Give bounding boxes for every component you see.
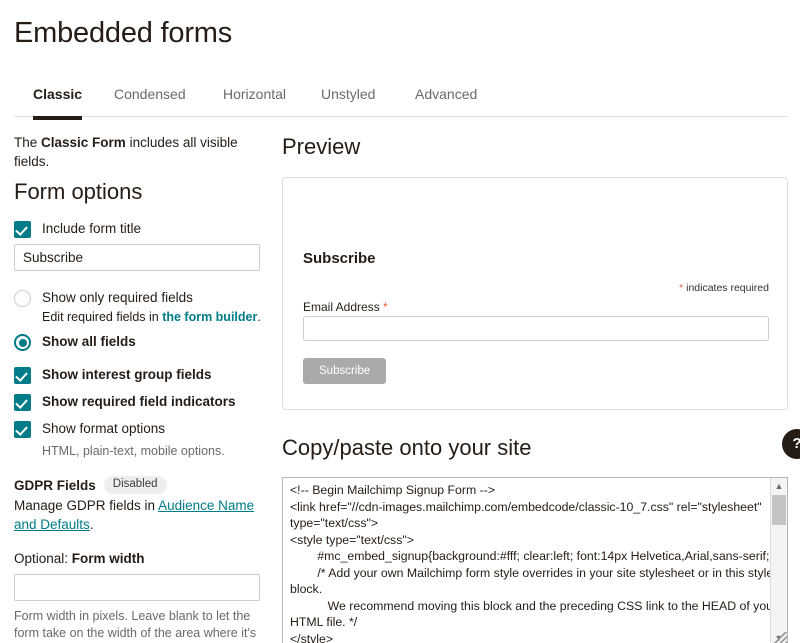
format-options-helper: HTML, plain-text, mobile options.: [42, 444, 225, 458]
tab-unstyled-label: Unstyled: [321, 86, 376, 102]
radio-row-only-required[interactable]: Show only required fields: [14, 289, 262, 307]
gdpr-desc-prefix: Manage GDPR fields in: [14, 498, 159, 513]
preview-heading: Preview: [282, 134, 361, 159]
tab-condensed[interactable]: Condensed: [114, 84, 186, 116]
preview-email-input[interactable]: [303, 316, 769, 341]
tab-classic-label: Classic: [33, 86, 83, 102]
form-width-note: Form width in pixels. Leave blank to let…: [14, 609, 257, 640]
form-builder-link[interactable]: the form builder: [162, 310, 257, 324]
form-width-label: Optional: Form width: [14, 550, 262, 568]
tab-horizontal[interactable]: Horizontal: [223, 84, 286, 116]
form-options-column: The Classic Form includes all visible fi…: [14, 133, 262, 643]
intro-prefix: The: [14, 135, 42, 150]
tab-horizontal-label: Horizontal: [223, 86, 287, 102]
preview-email-required-star-icon: *: [383, 300, 388, 314]
tab-advanced[interactable]: Advanced: [415, 84, 477, 116]
form-options-heading: Form options: [14, 179, 143, 204]
gdpr-desc-suffix: .: [89, 517, 94, 532]
tab-advanced-label: Advanced: [415, 86, 478, 102]
include-form-title-row[interactable]: Include form title: [14, 220, 262, 238]
form-builder-note-prefix: Edit required fields in: [42, 310, 163, 324]
radio-show-only-required-label: Show only required fields: [42, 290, 193, 305]
preview-email-label-text: Email Address: [303, 300, 380, 314]
include-form-title-label: Include form title: [42, 221, 142, 236]
form-width-label-bold: Form width: [71, 551, 145, 566]
gdpr-section: GDPR Fields Disabled Manage GDPR fields …: [14, 476, 262, 534]
form-width-input[interactable]: [14, 574, 260, 601]
checkbox-row-required-indicators[interactable]: Show required field indicators: [14, 393, 262, 411]
form-type-tabs: Classic Condensed Horizontal Unstyled Ad…: [14, 84, 787, 120]
form-builder-note-suffix: .: [257, 310, 261, 324]
radio-show-all-fields[interactable]: [14, 334, 31, 351]
show-required-field-indicators-label: Show required field indicators: [42, 394, 236, 409]
show-format-options-checkbox[interactable]: [14, 421, 31, 438]
preview-form-title: Subscribe: [303, 250, 376, 267]
tab-classic[interactable]: Classic: [33, 84, 83, 120]
display-options-checkbox-group: Show interest group fields Show required…: [14, 366, 262, 460]
preview-and-code-column: Preview Subscribe * indicates required E…: [282, 133, 788, 643]
show-format-options-label: Show format options: [42, 421, 166, 436]
checkbox-row-format-options[interactable]: Show format options: [14, 420, 262, 438]
copy-paste-heading: Copy/paste onto your site: [282, 435, 532, 460]
form-width-label-prefix: Optional:: [14, 551, 72, 566]
intro-bold: Classic Form: [41, 135, 126, 150]
form-builder-note: Edit required fields in the form builder…: [42, 309, 262, 326]
gdpr-status-badge: Disabled: [103, 476, 167, 494]
gdpr-description: Manage GDPR fields in Audience Name and …: [14, 496, 262, 534]
tab-unstyled[interactable]: Unstyled: [321, 84, 375, 116]
embedded-forms-page: Embedded forms Classic Condensed Horizon…: [0, 0, 800, 643]
show-required-field-indicators-checkbox[interactable]: [14, 394, 31, 411]
page-title: Embedded forms: [14, 17, 233, 49]
preview-required-note-text: indicates required: [683, 282, 769, 294]
show-interest-group-fields-checkbox[interactable]: [14, 367, 31, 384]
embed-code-textarea[interactable]: <!-- Begin Mailchimp Signup Form --> <li…: [282, 477, 788, 643]
show-interest-group-fields-label: Show interest group fields: [42, 367, 212, 382]
radio-show-all-fields-label: Show all fields: [42, 334, 136, 349]
form-preview-card: Subscribe * indicates required Email Add…: [282, 177, 788, 410]
form-title-input[interactable]: [14, 244, 260, 271]
radio-row-all-fields[interactable]: Show all fields: [14, 333, 262, 351]
field-visibility-radio-group: Show only required fields Edit required …: [14, 289, 262, 351]
embed-code-wrapper: <!-- Begin Mailchimp Signup Form --> <li…: [282, 477, 788, 643]
tab-condensed-label: Condensed: [114, 86, 186, 102]
preview-email-label: Email Address *: [303, 300, 388, 314]
preview-required-note: * indicates required: [679, 282, 769, 294]
radio-show-only-required[interactable]: [14, 290, 31, 307]
gdpr-header: GDPR Fields Disabled: [14, 476, 262, 494]
gdpr-title: GDPR Fields: [14, 477, 96, 493]
include-form-title-checkbox[interactable]: [14, 221, 31, 238]
checkbox-row-interest-groups[interactable]: Show interest group fields: [14, 366, 262, 384]
form-type-description: The Classic Form includes all visible fi…: [14, 133, 262, 171]
preview-subscribe-button[interactable]: Subscribe: [303, 358, 387, 384]
